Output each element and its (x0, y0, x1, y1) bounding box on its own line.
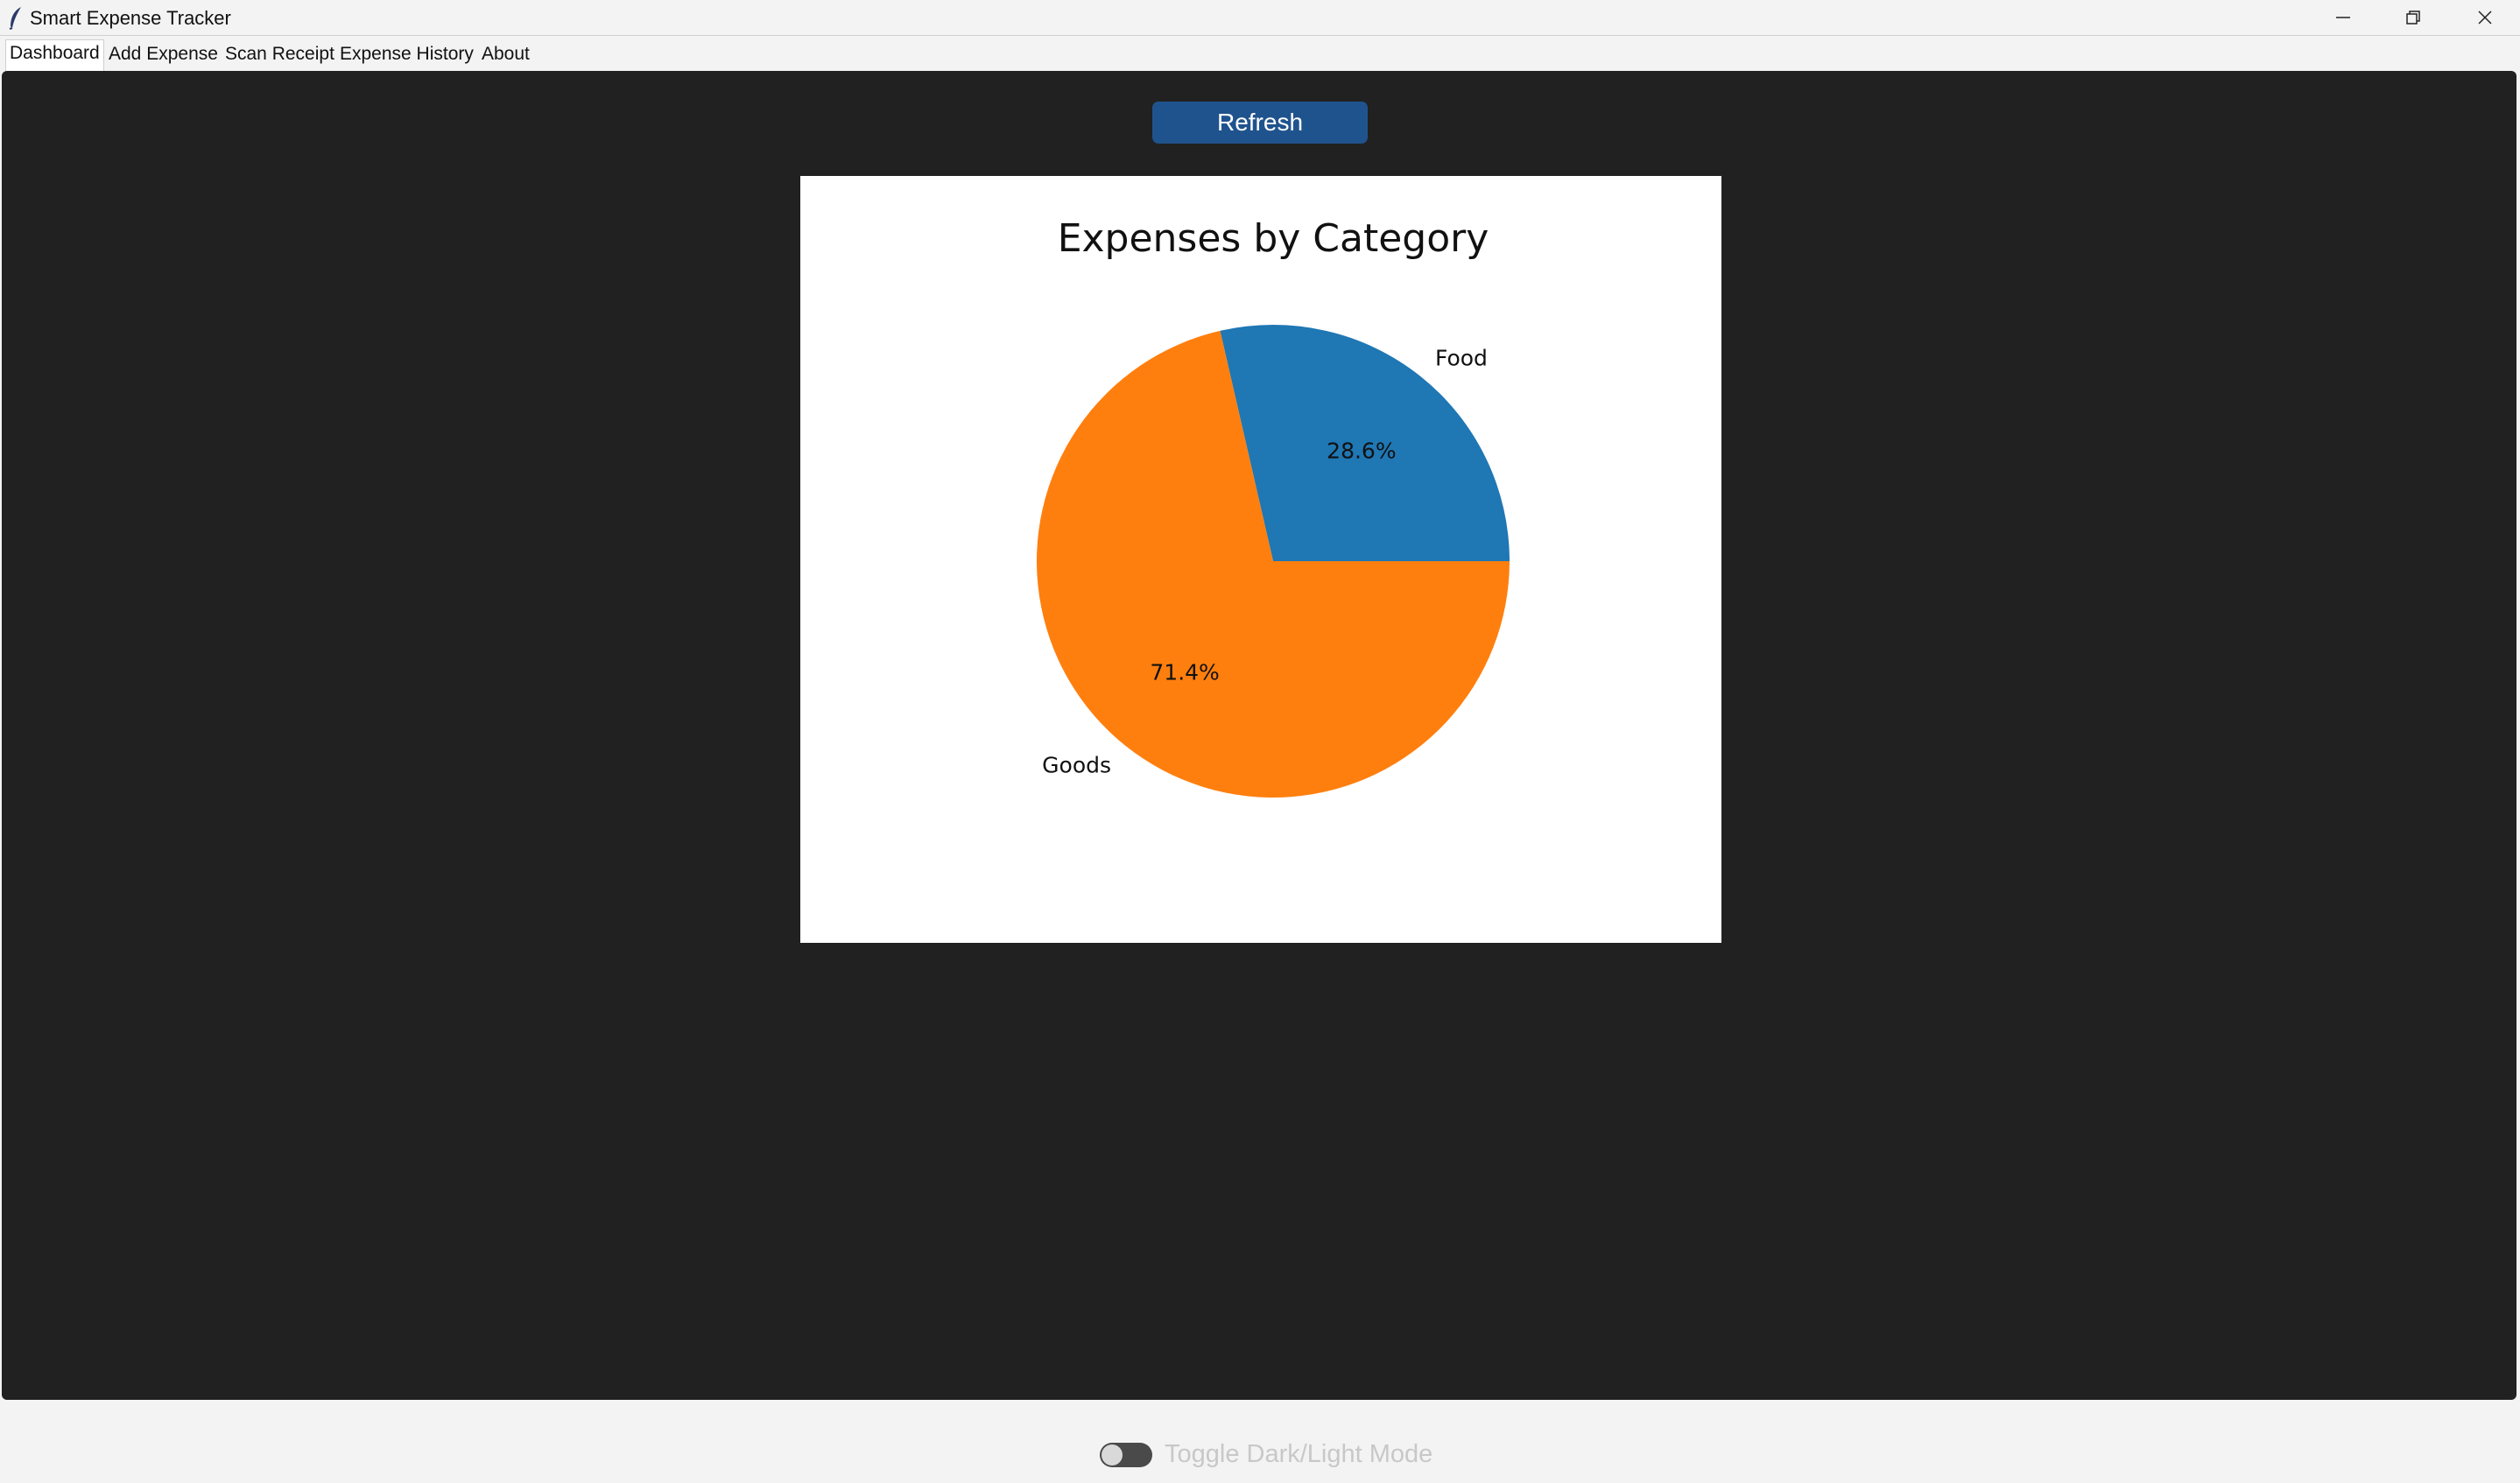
title-bar: Smart Expense Tracker (0, 0, 2520, 36)
tab-about[interactable]: About (478, 41, 533, 67)
tab-scan-receipt[interactable]: Scan Receipt (222, 41, 338, 67)
minimize-icon (2336, 17, 2350, 18)
window-title: Smart Expense Tracker (30, 7, 231, 29)
tab-dashboard[interactable]: Dashboard (5, 39, 104, 71)
pie-value-label: 28.6% (1327, 438, 1396, 463)
pie-category-label: Goods (1042, 752, 1111, 777)
chart-frame: Expenses by Category 28.6% Food 71.4% Goods (800, 176, 1721, 943)
toggle-label: Toggle Dark/Light Mode (1165, 1440, 1433, 1468)
minimize-button[interactable] (2308, 0, 2378, 35)
feather-app-icon (9, 7, 21, 30)
refresh-button[interactable]: Refresh (1152, 102, 1368, 144)
restore-icon (2406, 11, 2420, 25)
restore-button[interactable] (2378, 0, 2448, 35)
pie-value-label: 71.4% (1150, 660, 1219, 685)
close-icon (2478, 11, 2492, 25)
tab-add-expense[interactable]: Add Expense (105, 41, 222, 67)
dashboard-panel: Refresh Expenses by Category 28.6% Food 71… (2, 71, 2516, 1400)
footer-bar: Toggle Dark/Light Mode (0, 1401, 2520, 1483)
chart-title: Expenses by Category (1058, 216, 1489, 261)
tab-expense-history[interactable]: Expense History (336, 41, 477, 67)
tab-bar: Dashboard Add Expense Scan Receipt Expen… (0, 36, 2520, 71)
pie-chart: Expenses by Category 28.6% Food 71.4% Goods (1037, 216, 1510, 798)
toggle-knob (1102, 1444, 1123, 1465)
dark-mode-toggle[interactable] (1100, 1443, 1152, 1467)
close-button[interactable] (2450, 0, 2520, 35)
pie-category-label: Food (1435, 346, 1488, 371)
